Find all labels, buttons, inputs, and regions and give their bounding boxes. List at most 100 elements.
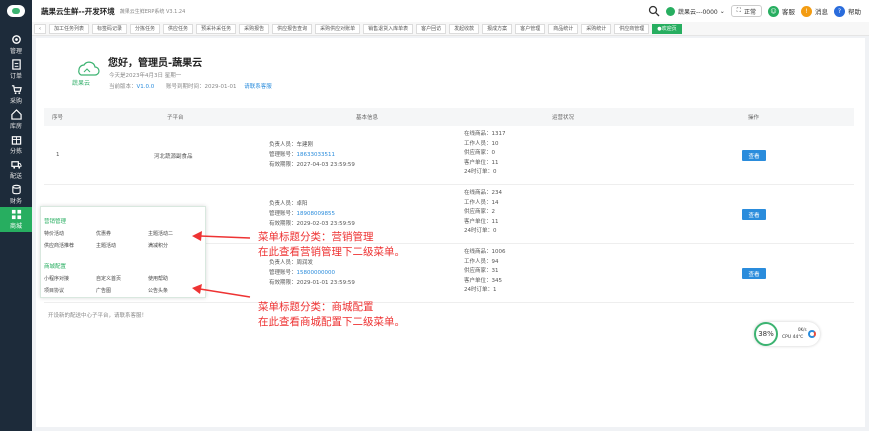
net-speed: 0K/s bbox=[798, 327, 807, 332]
account-label: 管理账号： bbox=[269, 211, 297, 217]
row-platform: 河北蔬源副食品 bbox=[154, 154, 193, 160]
submenu-item[interactable]: 特价活动 bbox=[44, 230, 64, 237]
view-button[interactable]: 查看 bbox=[742, 150, 766, 161]
cpu-monitor-widget[interactable]: 38% CPU 44℃ 0K/s bbox=[754, 322, 820, 346]
tab-item[interactable]: 报成方案 bbox=[482, 23, 513, 34]
view-button[interactable]: 查看 bbox=[742, 268, 766, 279]
annotation-text: 菜单标题分类：营销管理 bbox=[258, 231, 374, 243]
account-label: 管理账号： bbox=[269, 152, 297, 158]
submenu-item[interactable]: 自定义首页 bbox=[96, 275, 121, 282]
tab-item[interactable]: 供应报告查询 bbox=[272, 23, 313, 34]
row-info: 负责人员：车建刚 管理账号：18633033511 有效期限：2027-04-0… bbox=[269, 140, 355, 170]
expire-value: 2029-01-01 23:59:59 bbox=[296, 280, 355, 286]
submenu-item[interactable]: 主题活动 bbox=[96, 242, 116, 249]
sidebar-item-warehouse[interactable]: 库房 bbox=[0, 107, 32, 132]
submenu-item[interactable]: 主题活动二 bbox=[148, 230, 173, 237]
row-info: 负责人员：周润发 管理账号：15800000000 有效期限：2029-01-0… bbox=[269, 258, 355, 288]
chevron-down-icon: ⌄ bbox=[719, 7, 725, 15]
sidebar-item-manage[interactable]: 管理 bbox=[0, 32, 32, 57]
tab-item[interactable]: 预采补采任务 bbox=[196, 23, 237, 34]
sidebar-item-finance[interactable]: 财务 bbox=[0, 182, 32, 207]
top-right-tools: 蔬果云---0000 ⌄ ⛶ 正常 ☺ 客服 ! 消息 ? 帮助 bbox=[648, 4, 861, 18]
message-label: 消息 bbox=[815, 8, 828, 16]
menu-category-mall-config: 商城配置 bbox=[44, 264, 67, 270]
search-icon[interactable] bbox=[648, 5, 660, 17]
expire-label: 有效期限： bbox=[269, 162, 297, 168]
stat: 在线商品：234 bbox=[464, 190, 502, 196]
submenu-item[interactable]: 项目协议 bbox=[44, 287, 64, 294]
annotation-text: 菜单标题分类：商城配置 bbox=[258, 301, 374, 313]
tab-item[interactable]: 采购报告 bbox=[239, 23, 270, 34]
table-row: 1 河北蔬源副食品 负责人员：车建刚 管理账号：18633033511 有效期限… bbox=[44, 126, 854, 185]
std-label: 正常 bbox=[743, 8, 756, 16]
expire-line: 有效期限：2027-04-03 23:59:59 bbox=[269, 160, 355, 170]
tab-item[interactable]: 客户管理 bbox=[515, 23, 546, 34]
tab-scroll-left[interactable]: ‹ bbox=[34, 23, 46, 34]
tab-item[interactable]: 采购统计 bbox=[581, 23, 612, 34]
expire-label: 有效期限： bbox=[269, 221, 297, 227]
sidebar-item-sorting[interactable]: 分拣 bbox=[0, 132, 32, 157]
expire-line: 有效期限：2029-01-01 23:59:59 bbox=[269, 278, 355, 288]
cpu-percent: 38% bbox=[754, 322, 778, 346]
stat: 工作人员：10 bbox=[464, 140, 499, 147]
sidebar-item-mall[interactable]: 商城 bbox=[0, 207, 32, 232]
cart-icon bbox=[11, 85, 22, 95]
sidebar-label: 商城 bbox=[9, 223, 22, 230]
gear-icon bbox=[11, 35, 21, 44]
submenu-item[interactable]: 小程序对接 bbox=[44, 275, 69, 282]
tab-welcome[interactable]: ●欢迎页 bbox=[652, 23, 682, 34]
version-label: 当前版本： bbox=[109, 84, 137, 90]
account-value: 18633033511 bbox=[296, 152, 336, 158]
tab-item[interactable]: 采购供应对账单 bbox=[315, 23, 361, 34]
annotation-text: 在此查看营销管理下二级菜单。 bbox=[258, 246, 405, 258]
tab-item[interactable]: 销售退货入库单表 bbox=[363, 23, 414, 34]
col-header: 序号 bbox=[52, 115, 64, 121]
sidebar-item-purchase[interactable]: 采购 bbox=[0, 82, 32, 107]
row-stats: 在线商品：1317 工作人员：10 供应商家：0 客户单位：11 24时订单：0 bbox=[464, 130, 506, 178]
account-line: 管理账号：15800000000 bbox=[269, 268, 355, 278]
stat: 供应商家：0 bbox=[464, 150, 495, 156]
box-icon bbox=[11, 136, 21, 145]
stat: 24时订单：0 bbox=[464, 169, 497, 175]
service-label: 客服 bbox=[782, 8, 795, 16]
view-button[interactable]: 查看 bbox=[742, 209, 766, 220]
app-logo[interactable] bbox=[0, 0, 32, 22]
stat: 工作人员：14 bbox=[464, 199, 499, 206]
database-icon bbox=[11, 184, 21, 195]
annotation-arrow-1 bbox=[192, 231, 251, 241]
tab-item[interactable]: 供应商管理 bbox=[614, 23, 650, 34]
sidebar-item-delivery[interactable]: 配送 bbox=[0, 157, 32, 182]
mall-submenu-popup: 营销管理 特价活动 优惠券 主题活动二 供应商活推荐 主题活动 满减积分 商城配… bbox=[40, 206, 206, 298]
document-icon bbox=[11, 59, 21, 70]
submenu-item[interactable]: 公告头条 bbox=[148, 287, 168, 294]
tab-item[interactable]: 标签码记录 bbox=[92, 23, 128, 34]
today-date: 今天是2023年4月3日 星期一 bbox=[109, 73, 182, 79]
tab-item[interactable]: 加工任务列表 bbox=[49, 23, 90, 34]
submenu-item[interactable]: 广告图 bbox=[96, 287, 111, 294]
submenu-item[interactable]: 优惠券 bbox=[96, 230, 111, 237]
user-menu[interactable]: 蔬果云---0000 ⌄ bbox=[665, 6, 725, 16]
submenu-item[interactable]: 供应商活推荐 bbox=[44, 242, 74, 249]
version-value: V1.0.0 bbox=[136, 84, 155, 90]
help-label: 帮助 bbox=[848, 8, 861, 16]
sidebar-item-orders[interactable]: 订单 bbox=[0, 57, 32, 82]
submenu-item[interactable]: 使用帮助 bbox=[148, 275, 168, 282]
home-icon bbox=[10, 109, 22, 120]
tab-item[interactable]: 客户回访 bbox=[416, 23, 447, 34]
tab-item[interactable]: 商品统计 bbox=[548, 23, 579, 34]
tab-item[interactable]: 发起收款 bbox=[449, 23, 480, 34]
standard-mode-button[interactable]: ⛶ 正常 bbox=[730, 5, 762, 17]
help-button[interactable]: ? 帮助 bbox=[834, 5, 861, 17]
menu-category-marketing: 营销管理 bbox=[44, 219, 67, 225]
message-button[interactable]: ! 消息 bbox=[801, 5, 828, 17]
tab-item[interactable]: 供应任务 bbox=[163, 23, 194, 34]
submenu-item[interactable]: 满减积分 bbox=[148, 242, 168, 249]
version-info: 当前版本：V1.0.0 账号到期时间：2029-01-01 请联系客服 bbox=[109, 82, 272, 90]
stat: 客户单位：345 bbox=[464, 277, 502, 284]
service-button[interactable]: ☺ 客服 bbox=[768, 5, 795, 17]
stat: 供应商家：31 bbox=[464, 268, 499, 274]
stat: 工作人员：94 bbox=[464, 258, 499, 265]
expire-value: 2029-02-03 23:59:59 bbox=[296, 221, 355, 227]
tab-item[interactable]: 分拣任务 bbox=[130, 23, 161, 34]
contact-service-link[interactable]: 请联系客服 bbox=[244, 84, 272, 90]
